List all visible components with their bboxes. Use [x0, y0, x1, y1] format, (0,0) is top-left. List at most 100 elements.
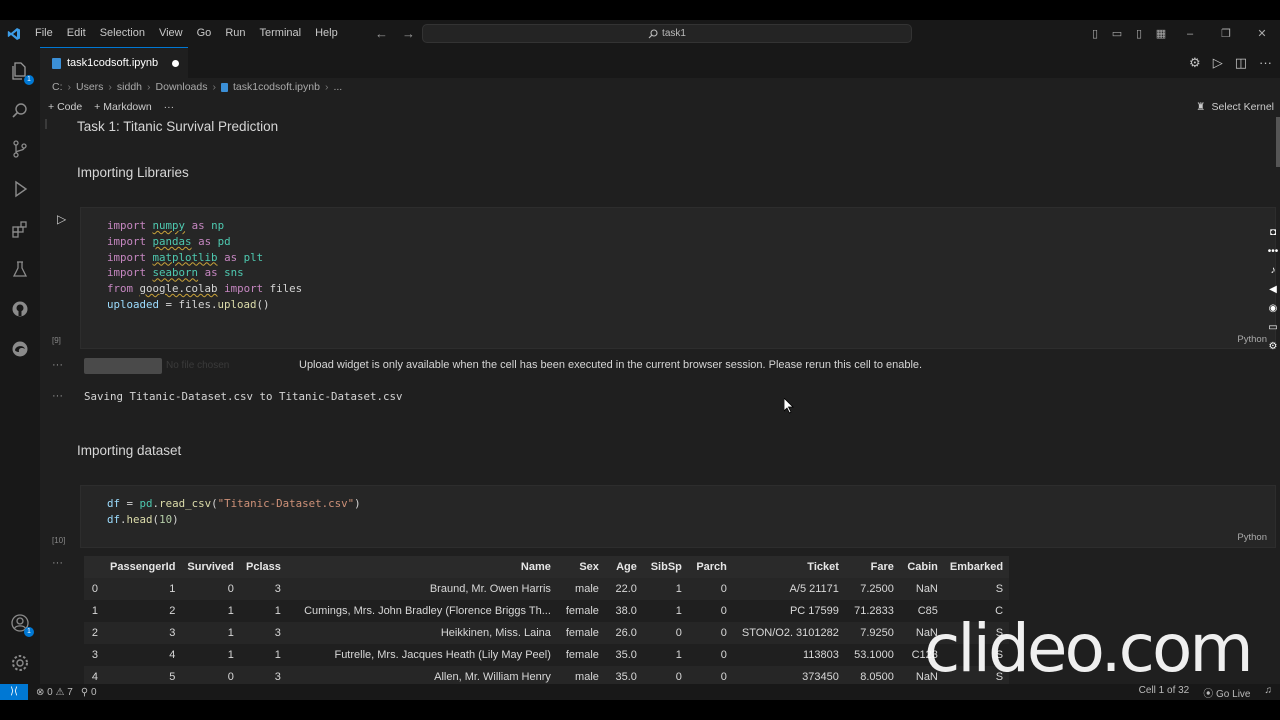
- search-icon[interactable]: [8, 99, 32, 123]
- code-cell-2-source[interactable]: df = pd.read_csv("Titanic-Dataset.csv") …: [107, 496, 361, 528]
- go-live-button[interactable]: ⦿ Go Live: [1203, 685, 1250, 700]
- floating-side-toolbar: ◘ ••• ♪ ◀ ◉ ▭ ⚙: [1266, 227, 1280, 352]
- speaker-icon[interactable]: ◀: [1269, 284, 1277, 295]
- table-cell: 38.0: [604, 600, 643, 622]
- breadcrumb-file[interactable]: task1codsoft.ipynb: [233, 81, 320, 93]
- table-cell: 2: [84, 622, 104, 644]
- customize-layout-icon[interactable]: ▦: [1150, 27, 1172, 40]
- output-more-icon[interactable]: ···: [52, 359, 63, 371]
- scrollbar-thumb[interactable]: [1276, 117, 1280, 167]
- menu-run[interactable]: Run: [218, 20, 252, 47]
- column-header: Age: [604, 556, 643, 578]
- status-bar: ⟩⟨ ⊗ 0 ⚠ 7 ⚲ 0 Cell 1 of 32 ⦿ Go Live ♫: [0, 684, 1280, 700]
- menu-help[interactable]: Help: [308, 20, 345, 47]
- table-cell: 0: [181, 666, 240, 684]
- choose-files-button[interactable]: [84, 358, 162, 374]
- table-cell: 1: [84, 600, 104, 622]
- microphone-icon[interactable]: ♪: [1271, 265, 1276, 276]
- menu-file[interactable]: File: [28, 20, 60, 47]
- clideo-watermark-text: clideo.com: [924, 610, 1254, 687]
- code-cell-2[interactable]: df = pd.read_csv("Titanic-Dataset.csv") …: [80, 485, 1276, 548]
- table-cell: 0: [687, 644, 733, 666]
- saving-output: Saving Titanic-Dataset.csv to Titanic-Da…: [84, 390, 403, 403]
- cell-position[interactable]: Cell 1 of 32: [1139, 685, 1190, 700]
- menu-edit[interactable]: Edit: [60, 20, 93, 47]
- table-cell: 53.1000: [844, 644, 900, 666]
- edge-tools-icon[interactable]: [8, 337, 32, 361]
- output-more-icon[interactable]: ···: [52, 390, 63, 402]
- tab-task1codsoft[interactable]: task1codsoft.ipynb: [40, 47, 188, 78]
- menu-selection[interactable]: Selection: [93, 20, 152, 47]
- breadcrumb-downloads[interactable]: Downloads: [156, 81, 208, 93]
- breadcrumb-drive[interactable]: C:: [52, 81, 63, 93]
- toggle-primary-sidebar-icon[interactable]: ▯: [1084, 27, 1106, 40]
- back-arrow-icon[interactable]: ←: [375, 26, 388, 41]
- code-cell-1[interactable]: import numpy as np import pandas as pd i…: [80, 207, 1276, 349]
- forward-arrow-icon[interactable]: →: [402, 26, 415, 41]
- more-actions-icon[interactable]: ···: [1259, 55, 1272, 70]
- add-markdown-label: Markdown: [103, 101, 152, 113]
- menu-view[interactable]: View: [152, 20, 190, 47]
- run-icon[interactable]: ▷: [1213, 55, 1223, 71]
- column-header: Fare: [844, 556, 900, 578]
- table-cell: 0: [687, 666, 733, 684]
- error-count: 0: [47, 686, 53, 698]
- manage-gear-icon[interactable]: [8, 651, 32, 675]
- cell-focus-bar: [45, 119, 47, 129]
- ports-indicator[interactable]: ⚲ 0: [81, 687, 97, 698]
- breadcrumb-users[interactable]: Users: [76, 81, 103, 93]
- cell-1-language[interactable]: Python: [1237, 334, 1267, 345]
- breadcrumb-more[interactable]: ...: [333, 81, 342, 93]
- add-markdown-cell-button[interactable]: + Markdown: [94, 101, 152, 113]
- explorer-icon[interactable]: 1: [8, 59, 34, 85]
- toolbar-more-button[interactable]: ···: [164, 101, 175, 113]
- markdown-importing-dataset[interactable]: Importing dataset: [77, 443, 181, 458]
- add-code-label: Code: [57, 101, 83, 113]
- run-cell-icon[interactable]: ▷: [57, 212, 66, 226]
- menu-go[interactable]: Go: [190, 20, 219, 47]
- run-debug-icon[interactable]: [8, 177, 32, 201]
- notifications-bell-icon[interactable]: ♫: [1265, 685, 1273, 700]
- breadcrumb-sep-icon: ›: [324, 81, 329, 93]
- toggle-panel-icon[interactable]: ▭: [1106, 27, 1128, 40]
- testing-flask-icon[interactable]: [8, 257, 32, 281]
- table-cell: 8.0500: [844, 666, 900, 684]
- screen-icon[interactable]: ▭: [1268, 322, 1277, 333]
- settings-gear-icon[interactable]: ⚙: [1189, 55, 1201, 71]
- source-control-icon[interactable]: [8, 137, 32, 161]
- webcam-icon[interactable]: ◉: [1269, 303, 1278, 314]
- select-kernel-button[interactable]: ♜ Select Kernel: [1196, 97, 1274, 117]
- restore-icon[interactable]: ❐: [1208, 27, 1244, 40]
- code-cell-1-source[interactable]: import numpy as np import pandas as pd i…: [107, 218, 302, 313]
- breadcrumb-siddh[interactable]: siddh: [117, 81, 142, 93]
- title-bar: File Edit Selection View Go Run Terminal…: [0, 20, 1280, 47]
- remote-indicator-icon[interactable]: ⟩⟨: [0, 684, 28, 700]
- camera-icon[interactable]: ◘: [1270, 227, 1276, 238]
- accounts-icon[interactable]: 1: [8, 611, 34, 637]
- split-editor-icon[interactable]: ◫: [1235, 55, 1247, 71]
- toggle-secondary-sidebar-icon[interactable]: ▯: [1128, 27, 1150, 40]
- table-cell: female: [556, 644, 605, 666]
- more-icon[interactable]: •••: [1268, 246, 1279, 257]
- table-cell: 26.0: [604, 622, 643, 644]
- extensions-icon[interactable]: [8, 217, 32, 241]
- minimize-icon[interactable]: –: [1172, 28, 1208, 40]
- menu-terminal[interactable]: Terminal: [253, 20, 309, 47]
- output-more-icon[interactable]: ···: [52, 557, 63, 569]
- problems-indicator[interactable]: ⊗ 0 ⚠ 7: [36, 687, 73, 698]
- add-code-cell-button[interactable]: + Code: [48, 101, 82, 113]
- github-icon[interactable]: [8, 297, 32, 321]
- close-icon[interactable]: ✕: [1244, 27, 1280, 40]
- command-center[interactable]: task1: [422, 24, 912, 43]
- upload-nofile-label: No file chosen: [166, 360, 230, 371]
- cell-2-language[interactable]: Python: [1237, 532, 1267, 543]
- nav-arrows: ← →: [375, 20, 415, 47]
- markdown-importing-libraries[interactable]: Importing Libraries: [77, 165, 189, 180]
- table-cell: 0: [642, 622, 688, 644]
- editor-actions: ⚙ ▷ ◫ ···: [1189, 47, 1272, 78]
- settings-gear-icon[interactable]: ⚙: [1269, 341, 1278, 352]
- table-cell: 7.9250: [844, 622, 900, 644]
- unsaved-dot-icon[interactable]: [172, 59, 180, 67]
- markdown-title[interactable]: Task 1: Titanic Survival Prediction: [77, 119, 278, 134]
- tab-strip: task1codsoft.ipynb ⚙ ▷ ◫ ···: [40, 47, 1280, 78]
